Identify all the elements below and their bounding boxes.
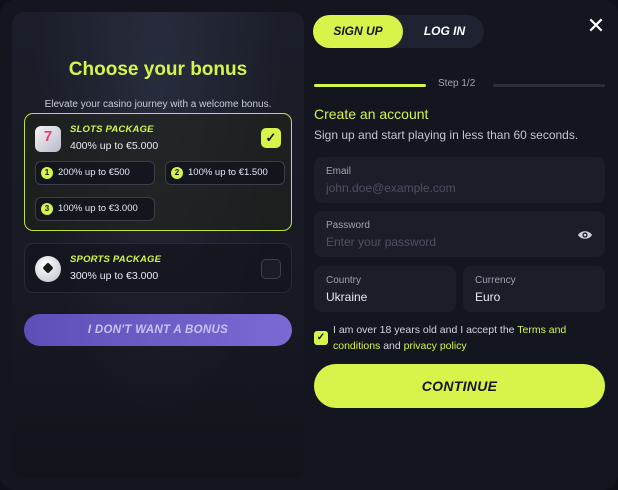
soccer-ball-icon — [35, 256, 61, 282]
email-input[interactable] — [326, 181, 566, 195]
sports-package-title: SPORTS PACKAGE — [70, 254, 162, 265]
email-label: Email — [326, 166, 352, 177]
bonus-title: Choose your bonus — [68, 59, 248, 80]
bonus-subtitle: Elevate your casino journey with a welco… — [44, 99, 272, 110]
slots-checkbox-checked[interactable]: ✓ — [261, 128, 281, 148]
country-label: Country — [326, 275, 362, 286]
terms-and: and — [380, 340, 404, 352]
privacy-link[interactable]: privacy policy — [404, 340, 467, 352]
eye-icon[interactable] — [577, 229, 593, 241]
form-title: Create an account — [314, 106, 429, 122]
password-label: Password — [326, 220, 370, 231]
sports-package-card[interactable]: SPORTS PACKAGE 300% up to €3.000 — [24, 243, 292, 293]
slot-machine-icon — [35, 126, 61, 152]
auth-tabs: SIGN UP LOG IN — [313, 15, 484, 48]
terms-text: I am over 18 years old and I accept the — [333, 324, 518, 336]
step-indicator: Step 1/2 — [438, 78, 476, 89]
slots-offer-1[interactable]: 1 200% up to €500 — [35, 161, 155, 185]
country-value: Ukraine — [326, 290, 368, 304]
age-terms-checkbox[interactable]: ✓ — [314, 331, 328, 345]
offer-text: 200% up to €500 — [58, 167, 130, 178]
tab-signup[interactable]: SIGN UP — [313, 15, 403, 48]
offer-number-badge: 3 — [41, 203, 53, 215]
continue-button[interactable]: CONTINUE — [314, 364, 605, 408]
slots-package-title: SLOTS PACKAGE — [70, 124, 154, 135]
signup-modal: Choose your bonus Elevate your casino jo… — [0, 0, 618, 490]
progress-bar-complete — [314, 84, 426, 87]
progress-bar-remaining — [493, 84, 605, 87]
close-icon[interactable]: ✕ — [586, 15, 606, 37]
password-input[interactable] — [326, 235, 566, 249]
slots-package-desc: 400% up to €5.000 — [70, 140, 159, 152]
currency-label: Currency — [475, 275, 516, 286]
offer-number-badge: 2 — [171, 167, 183, 179]
slots-offer-3[interactable]: 3 100% up to €3.000 — [35, 197, 155, 221]
currency-select[interactable]: Currency Euro — [463, 266, 605, 312]
terms-agreement: I am over 18 years old and I accept the … — [333, 322, 595, 354]
slots-package-card[interactable]: SLOTS PACKAGE 400% up to €5.000 ✓ 1 200%… — [24, 113, 292, 231]
password-field: Password — [314, 211, 605, 257]
country-select[interactable]: Country Ukraine — [314, 266, 456, 312]
bonus-panel: Choose your bonus Elevate your casino jo… — [12, 12, 304, 478]
form-subtitle: Sign up and start playing in less than 6… — [314, 128, 579, 142]
tab-login[interactable]: LOG IN — [405, 15, 484, 48]
offer-text: 100% up to €3.000 — [58, 203, 138, 214]
sports-checkbox[interactable] — [261, 259, 281, 279]
currency-value: Euro — [475, 290, 501, 304]
offer-text: 100% up to €1.500 — [188, 167, 268, 178]
sports-package-desc: 300% up to €3.000 — [70, 270, 159, 282]
no-bonus-button[interactable]: I DON'T WANT A BONUS — [24, 314, 292, 346]
offer-number-badge: 1 — [41, 167, 53, 179]
email-field: Email — [314, 157, 605, 203]
slots-offer-2[interactable]: 2 100% up to €1.500 — [165, 161, 285, 185]
